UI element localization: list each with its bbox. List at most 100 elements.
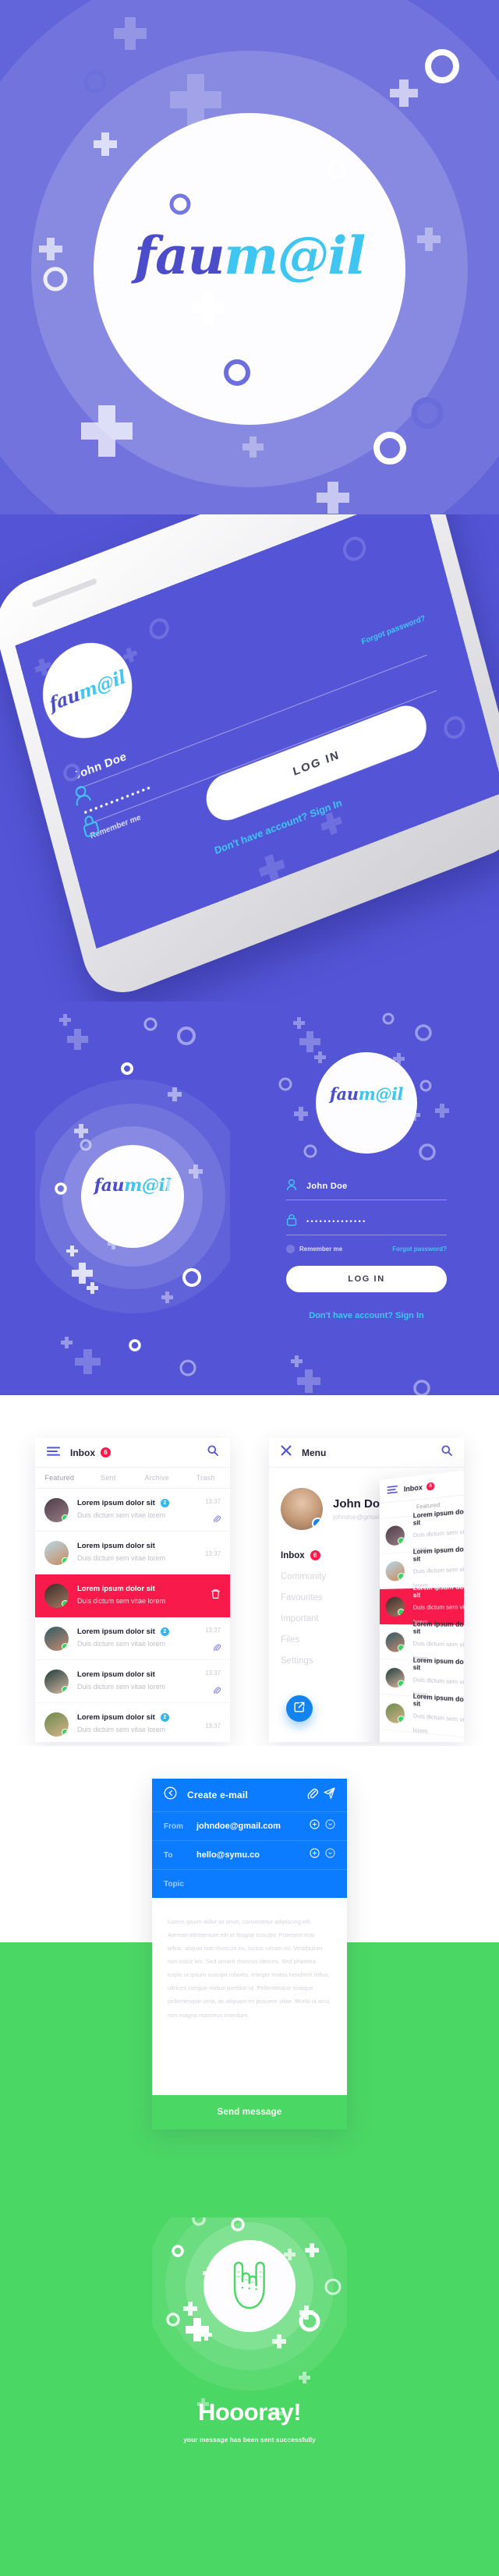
mail-preview: Duis dictum sem vitae lorem [77,1511,166,1519]
to-value[interactable]: hello@symu.co [196,1850,260,1860]
hero-logo: fau m@il [94,230,405,308]
login-options-row: Remember me Forgot password? [286,1245,447,1253]
tab-featured[interactable]: Featured [35,1474,84,1482]
mail-subject: Lorem ipsum dolor sit [412,1620,464,1635]
mockup-logo-disc: fau m@il [32,629,143,752]
trash-icon[interactable] [211,1588,221,1603]
mail-preview: Duis dictum sem vitae lorem [77,1639,166,1648]
mail-subject: Lorem ipsum dolor sit [77,1627,155,1636]
password-value[interactable]: •••••••••••••• [306,1217,367,1225]
compose-appbar: Create e-mail [152,1779,347,1811]
mockup-signup-link[interactable]: Sign In [309,797,343,820]
compose-screen: Create e-mail From johndoe@gmail.com To … [152,1779,347,2129]
avatar [44,1712,69,1737]
compose-body[interactable]: Lorem ipsum dolor sit amet, consectetur … [152,1898,347,2030]
lock-icon [286,1214,306,1230]
mail-time: 13:37 [204,1627,221,1634]
compose-from-row[interactable]: From johndoe@gmail.com [152,1811,347,1840]
login-button[interactable]: LOG IN [286,1266,447,1292]
avatar [385,1525,405,1546]
splash-screen: fau m@il [35,1002,230,1426]
paperclip-icon [205,1512,221,1526]
splash-and-login-section: fau m@il fau m@il John Doe •••••••••••••… [0,1002,499,1438]
hamburger-icon[interactable] [47,1446,60,1460]
mail-row[interactable]: Lorem ipsum dolor sit Duis dictum sem vi… [35,1532,230,1574]
plus-circle-icon[interactable] [310,1848,320,1862]
inbox-screen: Inbox 6 Featured Sent Archive Trash Lore… [35,1438,230,1742]
mail-row[interactable]: Lorem ipsum dolor sit Duis dictum sem vi… [35,1660,230,1703]
paperclip-icon [205,1684,221,1698]
menu-appbar: Menu [269,1438,464,1468]
signup-link[interactable]: Sign In [395,1311,424,1320]
remember-me-toggle[interactable]: Remember me [286,1245,342,1253]
menu-screen: Menu John Doe johndoe@gmail.com Inbox 6 [269,1438,464,1742]
online-dot [398,1572,405,1580]
logo-text-primary: fau [134,225,225,286]
close-icon[interactable] [281,1445,292,1460]
avatar [44,1497,69,1522]
mail-subject: Lorem ipsum dolor sit [412,1582,464,1599]
inbox-tabs: Featured Sent Archive Trash [35,1468,230,1489]
remember-me-label: Remember me [299,1246,343,1253]
search-icon[interactable] [441,1445,452,1460]
avatar [385,1560,405,1581]
chevron-down-circle-icon[interactable] [325,1819,335,1833]
username-field-row[interactable]: John Doe [286,1175,447,1198]
mail-time: 13:37 [204,1498,221,1505]
send-message-button[interactable]: Send message [152,2095,347,2129]
inbox-and-menu-section: Inbox 6 Featured Sent Archive Trash Lore… [0,1395,499,1769]
preview-mail-row: Lorem ipsum dolor sit Duis dictum sem vit… [380,1693,464,1740]
mail-count-badge: 2 [160,1713,169,1722]
compose-fab-button[interactable] [286,1695,313,1722]
compose-topic-row[interactable]: Topic [152,1869,347,1898]
menu-title: Menu [302,1447,327,1458]
paper-plane-icon[interactable] [324,1787,335,1803]
verified-badge-icon [312,1518,323,1529]
menu-inbox-badge: 6 [310,1550,320,1560]
online-dot [62,1557,69,1564]
avatar [385,1595,405,1617]
iphone-device: fau m@il Forgot password? John Doe ••••••… [0,514,499,1005]
mail-row-selected[interactable]: Lorem ipsum dolor sit Duis dictum sem vi… [35,1574,230,1617]
success-subtitle: your message has been sent successfully [183,2436,316,2443]
mail-row[interactable]: Lorem ipsum dolor sit 2 Duis dictum sem v… [35,1617,230,1660]
login-screen: fau m@il John Doe •••••••••••••• Remembe… [269,1002,464,1426]
signup-row: Don't have account? Sign In [286,1311,447,1320]
inbox-preview-panel: Inbox 6 Featured Lorem ipsum dolor sit Du… [380,1468,464,1742]
tab-trash[interactable]: Trash [182,1474,231,1482]
mail-count-badge: 2 [160,1627,169,1636]
avatar [44,1583,69,1608]
compose-title: Create e-mail [187,1790,248,1800]
avatar [44,1669,69,1694]
forgot-password-link[interactable]: Forgot password? [392,1246,447,1253]
plus-circle-icon[interactable] [310,1819,320,1833]
paperclip-icon[interactable] [307,1788,318,1803]
paperclip-icon [205,1641,221,1655]
compose-to-row[interactable]: To hello@symu.co [152,1840,347,1869]
tab-sent[interactable]: Sent [84,1474,133,1482]
chevron-down-circle-icon[interactable] [325,1848,335,1862]
password-field-row[interactable]: •••••••••••••• [286,1210,447,1233]
mail-preview: Duis dictum sem vitae lorem [412,1712,464,1735]
hamburger-icon [388,1482,398,1498]
online-dot [62,1599,69,1607]
username-value[interactable]: John Doe [306,1182,348,1191]
avatar [44,1626,69,1651]
remember-me-checkbox[interactable] [286,1245,295,1253]
from-value[interactable]: johndoe@gmail.com [196,1822,281,1831]
online-dot [398,1536,405,1545]
iphone-screen-login: fau m@il Forgot password? John Doe ••••••… [15,514,499,949]
mail-row[interactable]: Lorem ipsum dolor sit 2 Duis dictum sem v… [35,1489,230,1532]
success-title: Hoooray! [197,2398,302,2426]
tab-archive[interactable]: Archive [133,1474,182,1482]
back-arrow-circle-icon[interactable] [164,1786,177,1804]
search-icon[interactable] [207,1445,218,1460]
logo-text-secondary: m@il [358,1084,404,1104]
mail-row[interactable]: Lorem ipsum dolor sit 2 Duis dictum sem v… [35,1703,230,1742]
logo-text-primary: fau [47,683,82,716]
inbox-appbar: Inbox 6 [35,1438,230,1468]
menu-item-label: Community [281,1572,327,1581]
mail-subject: Lorem ipsum dolor sit [77,1670,155,1679]
avatar [44,1540,69,1565]
mail-time: 13:37 [204,1550,221,1557]
